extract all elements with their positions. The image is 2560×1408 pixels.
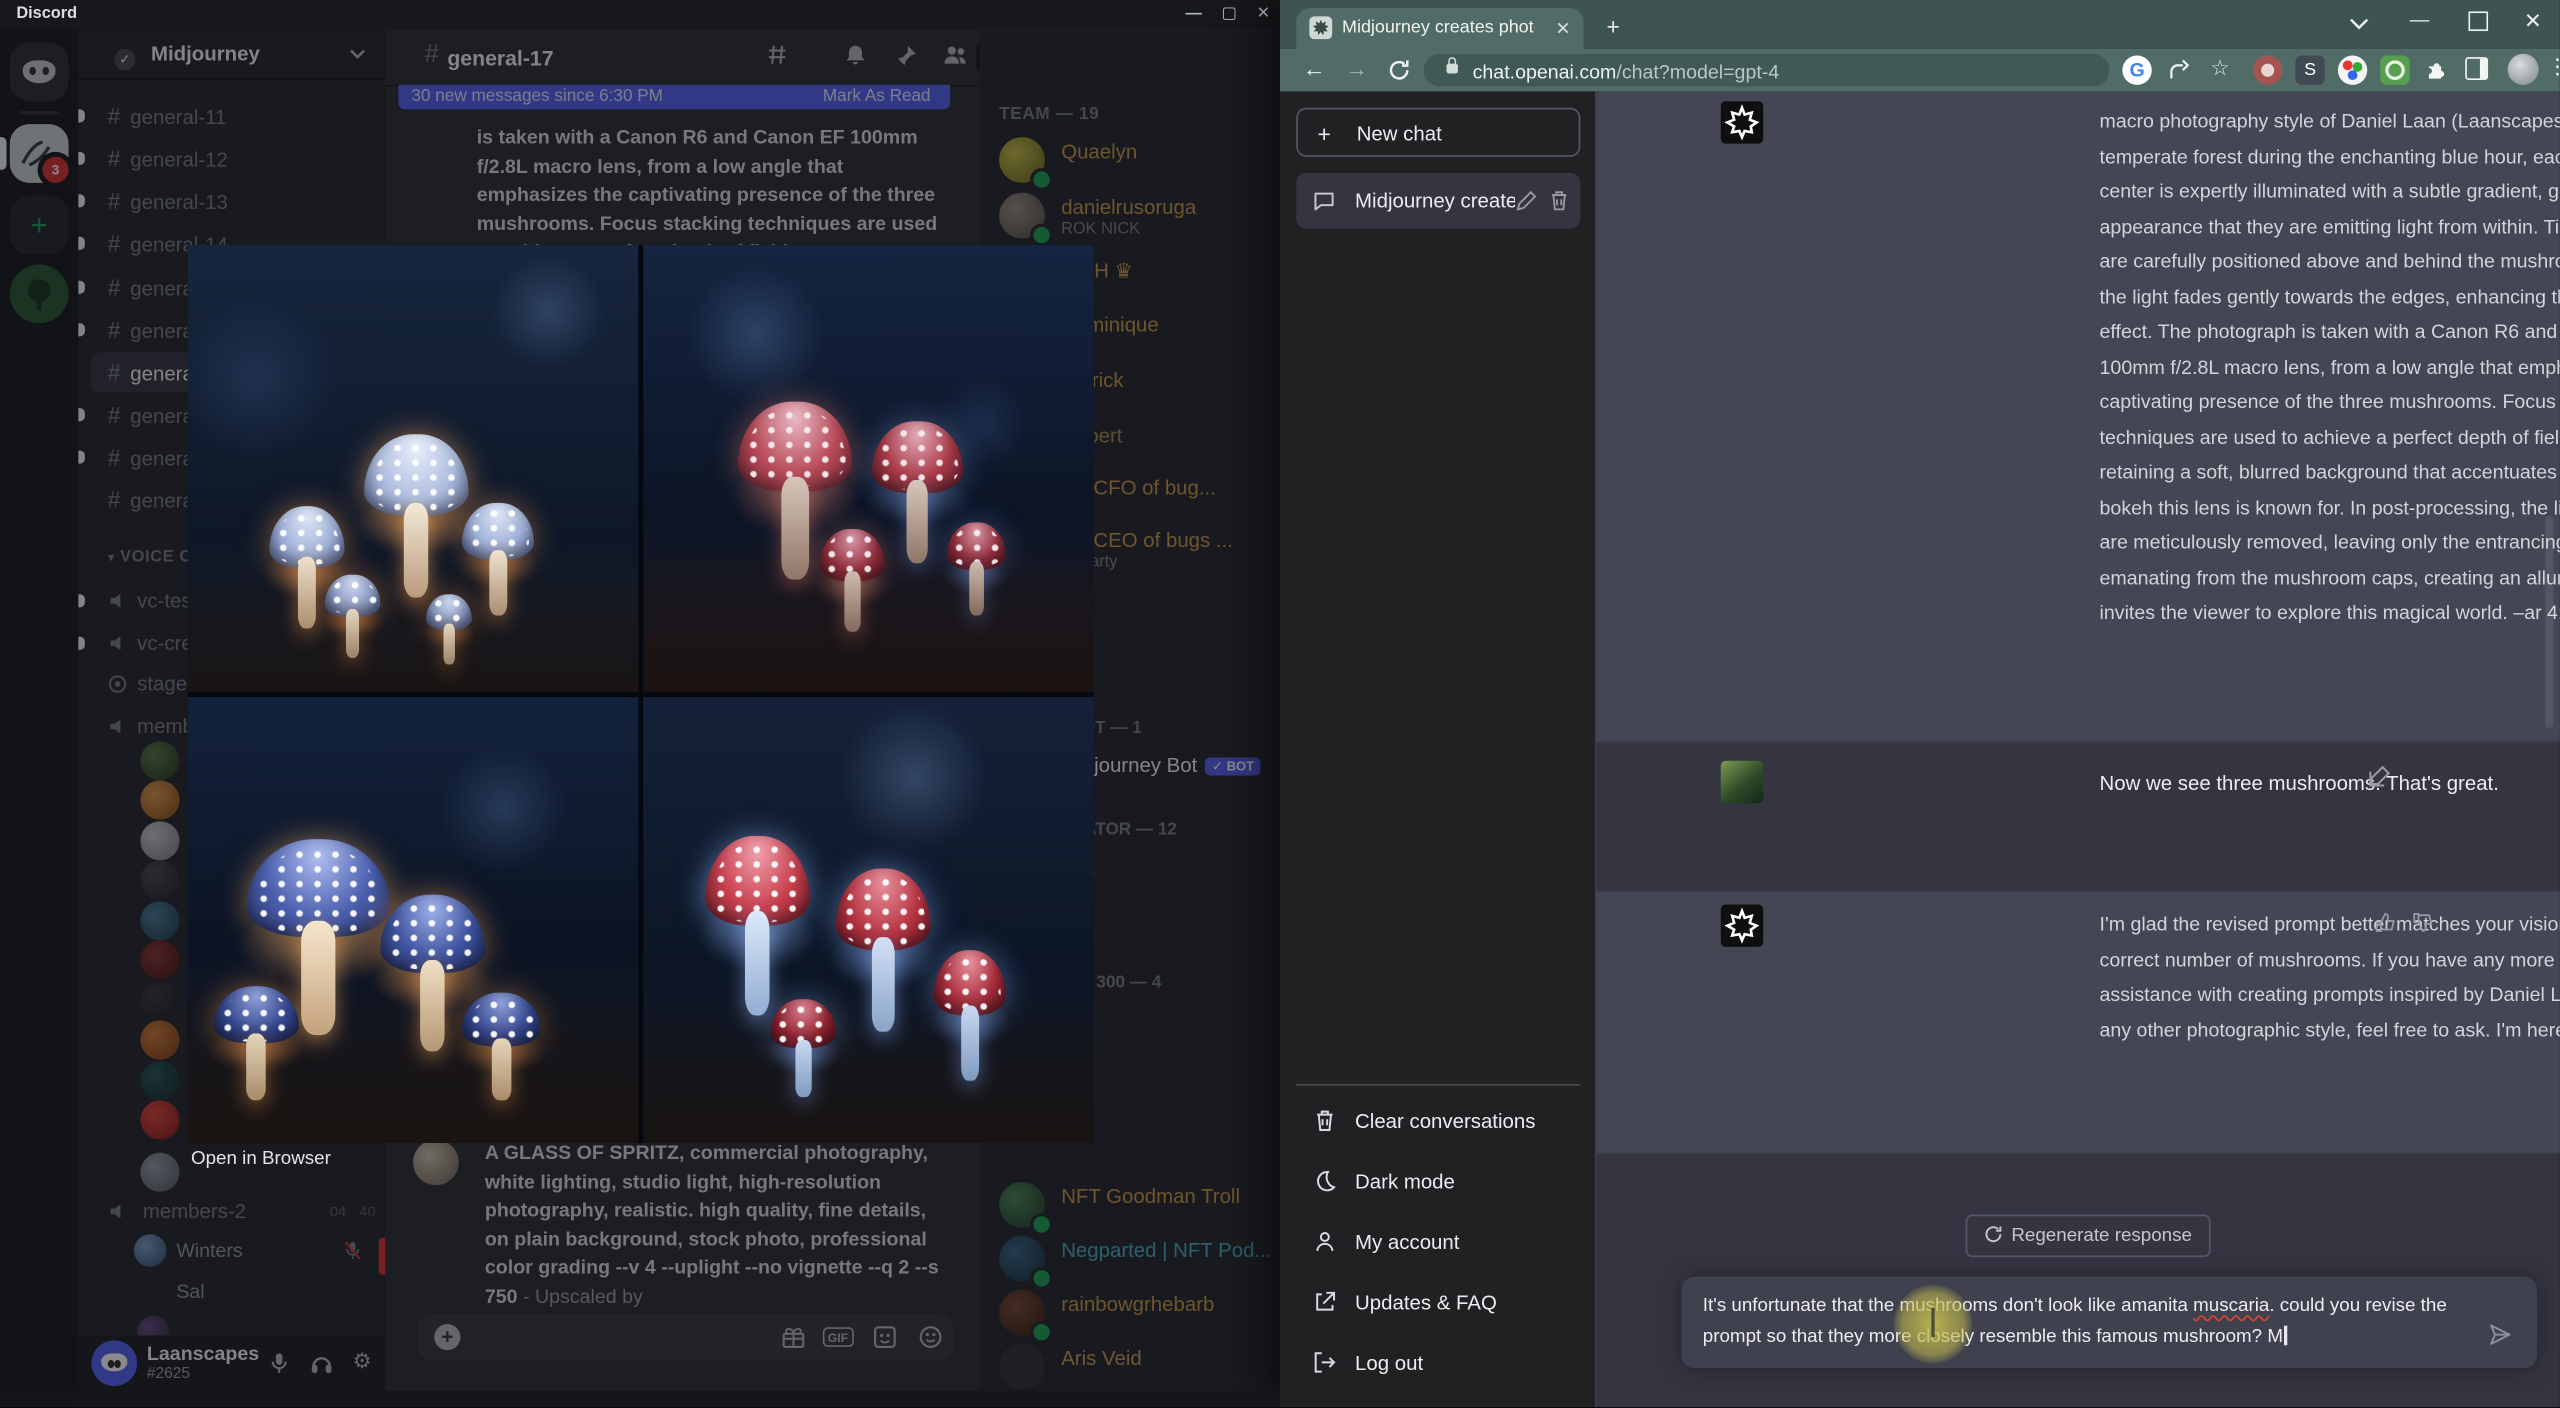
share-icon[interactable] bbox=[2168, 59, 2191, 82]
lock-icon bbox=[1446, 57, 1458, 74]
extensions-puzzle-icon[interactable] bbox=[2423, 57, 2447, 81]
moon-icon bbox=[1317, 1171, 1336, 1192]
sidebar-item-updates-faq[interactable]: Updates & FAQ bbox=[1296, 1278, 1580, 1327]
kebab-menu-icon[interactable]: ⋮ bbox=[2547, 54, 2560, 80]
discord-title: Discord bbox=[16, 4, 78, 23]
thumbs-up-icon[interactable] bbox=[2374, 911, 2397, 934]
sidebar-item-log-out[interactable]: Log out bbox=[1296, 1339, 1580, 1388]
composer-text: It's unfortunate that the mushrooms don'… bbox=[1702, 1296, 2447, 1347]
new-tab-button[interactable]: + bbox=[1606, 13, 1619, 39]
chatgpt-avatar bbox=[1720, 101, 1764, 144]
browser-window: Midjourney creates photorealisti ✕ + — ✕… bbox=[1279, 0, 2560, 1408]
mushroom-image-grid[interactable] bbox=[187, 244, 1094, 1143]
scrollbar[interactable] bbox=[2545, 515, 2554, 729]
sidebar-item-clear-conversations[interactable]: Clear conversations bbox=[1296, 1097, 1580, 1146]
back-icon[interactable]: ← bbox=[1303, 56, 1326, 82]
user-message-text: Now we see three mushrooms. That's great… bbox=[2099, 772, 2499, 796]
bookmark-star-icon[interactable]: ☆ bbox=[2211, 56, 2230, 82]
chat-bubble-icon bbox=[1314, 192, 1334, 211]
chatgpt-favicon bbox=[1309, 16, 1333, 40]
extension-icon-shield[interactable] bbox=[2380, 55, 2410, 85]
window-minimize-icon[interactable]: — bbox=[2410, 8, 2430, 31]
sidebar-divider bbox=[1296, 1084, 1581, 1086]
sidebar-item-my-account[interactable]: My account bbox=[1296, 1218, 1580, 1267]
chatgpt-avatar bbox=[1720, 904, 1764, 947]
close-icon[interactable]: ✕ bbox=[1256, 0, 1270, 29]
mouse-cursor-highlight bbox=[1893, 1284, 1973, 1364]
text-caret bbox=[2284, 1324, 2288, 1345]
forward-icon[interactable]: → bbox=[1345, 56, 1368, 82]
edit-message-icon[interactable] bbox=[2367, 764, 2391, 788]
user-message-block: Now we see three mushrooms. That's great… bbox=[1597, 741, 2560, 891]
profile-avatar[interactable] bbox=[2507, 53, 2539, 85]
mushroom-image-bottom-left bbox=[187, 696, 639, 1143]
user-avatar bbox=[1720, 760, 1764, 804]
screen: Discord — ▢ ✕ 3 + ✓ Midjourney # general… bbox=[0, 0, 2560, 1408]
maximize-icon[interactable]: ▢ bbox=[1221, 0, 1236, 29]
assistant-message-block: macro photography style of Daniel Laan (… bbox=[1596, 91, 2560, 743]
new-chat-button[interactable]: + New chat bbox=[1296, 107, 1581, 157]
assistant-message-text: I'm glad the revised prompt better match… bbox=[2099, 912, 2560, 1041]
send-icon[interactable] bbox=[2488, 1322, 2512, 1346]
message-composer[interactable]: It's unfortunate that the mushrooms don'… bbox=[1681, 1276, 2538, 1369]
window-chevron-icon[interactable] bbox=[2349, 18, 2369, 31]
browser-tab[interactable]: Midjourney creates photorealisti ✕ bbox=[1296, 8, 1584, 49]
misspelled-word: muscaria bbox=[2193, 1296, 2270, 1316]
address-bar[interactable]: chat.openai.com/chat?model=gpt-4 bbox=[1423, 53, 2110, 87]
mushroom-image-bottom-right bbox=[643, 696, 1094, 1143]
window-maximize-icon[interactable] bbox=[2468, 11, 2489, 32]
extension-icon-colors[interactable] bbox=[2337, 55, 2368, 85]
browser-toolbar: ← → chat.openai.com/chat?model=gpt-4 G ☆… bbox=[1279, 48, 2560, 92]
open-in-browser-link[interactable]: Open in Browser bbox=[191, 1149, 331, 1169]
person-icon bbox=[1316, 1232, 1334, 1251]
sidebar-toggle-icon[interactable] bbox=[2465, 57, 2489, 80]
minimize-icon[interactable]: — bbox=[1186, 0, 1202, 29]
logout-icon bbox=[1314, 1352, 1336, 1373]
discord-titlebar: Discord — ▢ ✕ bbox=[0, 0, 1280, 30]
url-text: chat.openai.com/chat?model=gpt-4 bbox=[1472, 59, 1780, 83]
regenerate-response-button[interactable]: Regenerate response bbox=[1965, 1214, 2210, 1258]
refresh-icon bbox=[1985, 1226, 2002, 1243]
mushroom-image-top-left bbox=[187, 244, 639, 692]
extension-icon-red[interactable] bbox=[2252, 55, 2283, 85]
trash-icon[interactable] bbox=[1548, 189, 1571, 212]
mushroom-image-top-right bbox=[643, 244, 1094, 692]
external-link-icon bbox=[1316, 1291, 1336, 1311]
extension-icon-s[interactable]: S bbox=[2295, 55, 2325, 85]
google-profile-icon[interactable]: G bbox=[2122, 55, 2152, 85]
edit-pencil-icon[interactable] bbox=[1515, 189, 1538, 212]
window-close-icon[interactable]: ✕ bbox=[2524, 8, 2542, 34]
tab-close-icon[interactable]: ✕ bbox=[1556, 18, 1571, 40]
chatgpt-main: macro photography style of Daniel Laan (… bbox=[1596, 91, 2560, 1408]
window-bottom-edge bbox=[0, 1390, 1280, 1408]
chat-history-item[interactable]: Midjourney creates pho bbox=[1296, 173, 1581, 229]
chatgpt-sidebar: +New chat Midjourney creates pho Clear c… bbox=[1279, 91, 1597, 1408]
tab-title: Midjourney creates photorealisti bbox=[1341, 17, 1535, 38]
tab-strip: Midjourney creates photorealisti ✕ + — ✕ bbox=[1279, 0, 2560, 49]
assistant-message-text: macro photography style of Daniel Laan (… bbox=[2099, 109, 2560, 624]
thumbs-down-icon[interactable] bbox=[2411, 911, 2434, 934]
chat-history-title: Midjourney creates pho bbox=[1355, 189, 1515, 213]
assistant-message-block: I'm glad the revised prompt better match… bbox=[1596, 891, 2560, 1155]
reload-icon[interactable] bbox=[1388, 59, 1411, 82]
sidebar-item-dark-mode[interactable]: Dark mode bbox=[1296, 1158, 1580, 1207]
discord-window: Discord — ▢ ✕ 3 + ✓ Midjourney # general… bbox=[0, 0, 1280, 1408]
